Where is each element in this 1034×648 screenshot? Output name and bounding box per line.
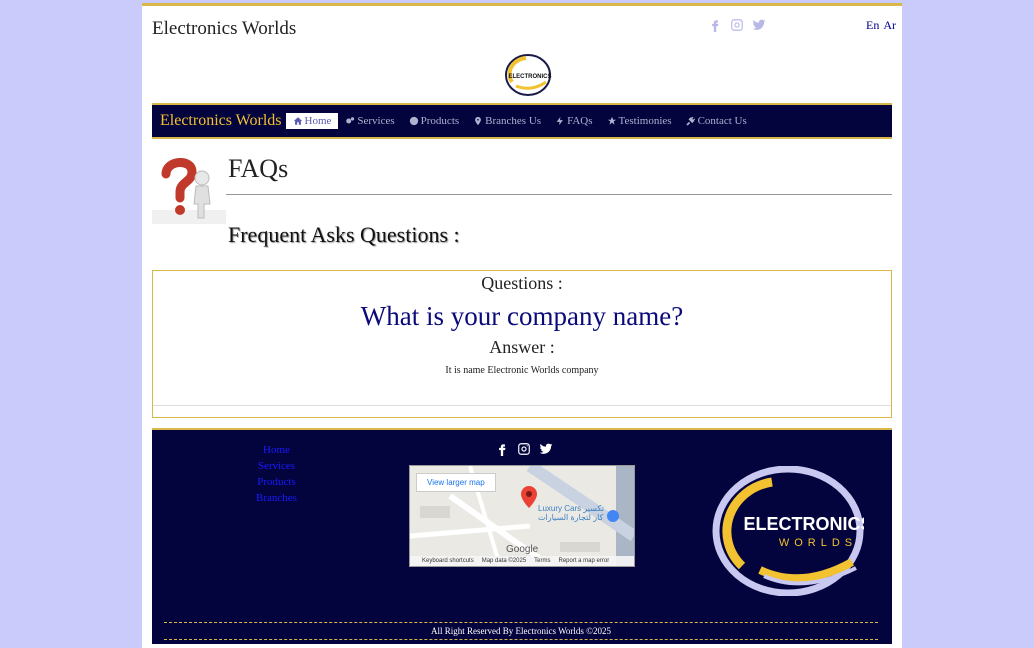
footer-link-branches[interactable]: Branches [256,492,297,504]
map-shortcuts-link[interactable]: Keyboard shortcuts [422,558,474,564]
facebook-icon[interactable] [708,18,722,32]
nav-item-services[interactable]: Services [338,113,401,129]
footer-link-products[interactable]: Products [257,476,296,488]
footer-logo-line1: ELECTRONICS [743,514,864,534]
page-title: FAQs [228,154,289,183]
answer-label: Answer : [489,337,555,357]
questions-label: Questions : [481,273,563,293]
faq-question: What is your company name? [360,301,684,331]
heading-divider [226,194,892,195]
twitter-icon[interactable] [539,442,553,456]
copyright-bar: All Right Reserved By Electronics Worlds… [164,622,878,640]
plug-icon [685,116,695,126]
star-icon [607,116,616,125]
nav-label-services: Services [357,115,395,127]
nav-item-faqs[interactable]: FAQs [548,113,599,129]
nav-item-home[interactable]: Home [285,113,339,129]
faq-divider [153,405,891,406]
lang-en-link[interactable]: En [866,18,879,33]
faq-answer: It is name Electronic Worlds company [445,365,599,376]
faq-subheading: Frequent Asks Questions : [228,222,460,247]
bolt-icon [556,116,563,126]
svg-text:ELECTRONICS: ELECTRONICS [508,74,551,80]
map-data-label: Map data ©2025 [481,558,527,564]
page-container: Electronics Worlds En Ar ELECTRONICS Ele… [142,3,902,648]
map-report-link[interactable]: Report a map error [559,558,610,564]
main-navbar: Electronics Worlds Home Services Product… [152,103,892,139]
nav-item-testimonies[interactable]: Testimonies [600,113,679,129]
map-attribution-bar: Keyboard shortcuts Map data ©2025 Terms … [410,556,634,566]
product-icon [409,116,418,126]
map-terms-link[interactable]: Terms [534,558,550,564]
nav-label-products: Products [420,115,460,127]
navbar-brand[interactable]: Electronics Worlds [160,112,282,130]
footer-logo: ELECTRONICS WORLDS [712,466,864,596]
map-pin-icon [475,116,482,126]
nav-item-products[interactable]: Products [402,113,467,129]
map-place-label: Luxury Cars تكسير كار لتجارة السيارات [538,504,604,522]
question-figure-icon [152,158,226,224]
site-footer: Home Services Products Branches View lar… [152,428,892,644]
site-logo[interactable]: ELECTRONICS [502,52,554,98]
twitter-icon[interactable] [752,18,766,32]
nav-label-faqs: FAQs [567,115,593,127]
nav-label-home: Home [304,115,332,127]
footer-link-home[interactable]: Home [263,444,290,456]
site-title: Electronics Worlds [152,18,297,39]
nav-item-branches[interactable]: Branches Us [466,113,548,129]
footer-social-links [495,442,553,456]
nav-label-contact: Contact Us [697,115,747,127]
copyright-text: All Right Reserved By Electronics Worlds… [431,626,611,636]
embedded-map[interactable]: View larger map Luxury Cars تكسير كار لتج… [409,465,635,567]
top-social-links [708,18,766,32]
nav-item-contact[interactable]: Contact Us [679,113,754,129]
footer-link-services[interactable]: Services [258,460,295,472]
facebook-icon[interactable] [495,442,509,456]
nav-label-branches: Branches Us [485,115,542,127]
lang-ar-link[interactable]: Ar [883,18,896,33]
view-larger-map-link[interactable]: View larger map [416,473,496,492]
footer-logo-line2: WORLDS [779,537,857,549]
google-logo: Google [506,544,539,555]
footer-links: Home Services Products Branches [256,444,297,504]
gears-icon [346,117,355,124]
instagram-icon[interactable] [730,18,744,32]
language-switcher: En Ar [866,18,896,33]
home-icon [293,117,302,125]
faq-card: Questions : What is your company name? A… [152,270,892,418]
nav-label-testimonies: Testimonies [618,115,672,127]
instagram-icon[interactable] [517,442,531,456]
